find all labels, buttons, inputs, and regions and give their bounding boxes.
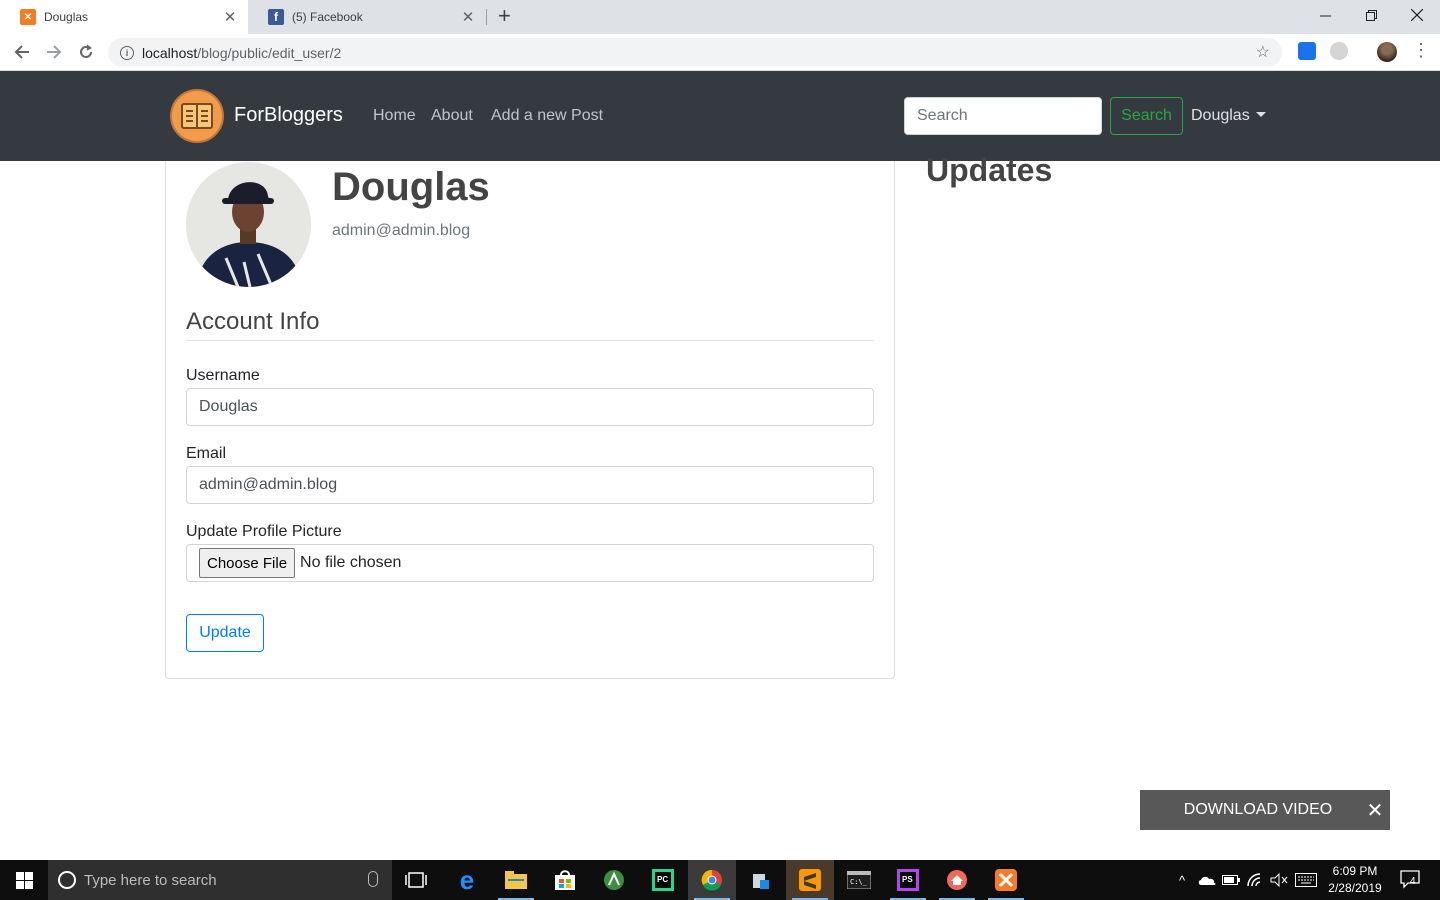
url-path: /blog/public/edit_user/2 xyxy=(197,44,342,61)
browser-tabstrip: ✕ Douglas ✕ f (5) Facebook ✕ + xyxy=(0,0,1440,34)
download-video-label[interactable]: DOWNLOAD VIDEO xyxy=(1140,801,1360,819)
terminal-icon[interactable]: C:\_ xyxy=(835,860,883,900)
site-navbar: ForBloggers Home About Add a new Post Se… xyxy=(0,71,1440,161)
app-installer-icon[interactable] xyxy=(737,860,785,900)
account-info-heading: Account Info xyxy=(186,308,874,341)
xampp-icon[interactable] xyxy=(982,860,1030,900)
back-arrow-icon xyxy=(14,45,29,59)
close-banner-icon[interactable]: ✕ xyxy=(1360,798,1390,823)
download-video-banner[interactable]: DOWNLOAD VIDEO ✕ xyxy=(1140,790,1390,830)
nav-home[interactable]: Home xyxy=(373,107,416,125)
browser-toolbar: i localhost/blog/public/edit_user/2 ☆ xyxy=(0,34,1440,71)
username-field[interactable] xyxy=(186,388,874,426)
pycharm-icon[interactable]: PC xyxy=(639,860,687,900)
onedrive-icon[interactable] xyxy=(1196,860,1218,900)
address-bar[interactable]: i localhost/blog/public/edit_user/2 ☆ xyxy=(108,38,1282,67)
user-dropdown-label: Douglas xyxy=(1191,107,1250,124)
url-host: localhost xyxy=(142,44,198,61)
search-button[interactable]: Search xyxy=(1110,97,1183,135)
brand-name[interactable]: ForBloggers xyxy=(234,104,343,127)
windows-taskbar: Type here to search e PC C:\_ PS ^ 6:09 … xyxy=(0,860,1440,900)
minimize-icon xyxy=(1319,15,1331,16)
sublime-text-icon[interactable] xyxy=(786,860,834,900)
close-tab-icon[interactable]: ✕ xyxy=(460,8,476,26)
start-button[interactable] xyxy=(0,860,48,900)
tab-douglas[interactable]: ✕ Douglas ✕ xyxy=(0,0,248,34)
wifi-icon[interactable] xyxy=(1244,860,1266,900)
tab-facebook[interactable]: f (5) Facebook ✕ xyxy=(248,0,486,34)
home-app-icon[interactable] xyxy=(933,860,981,900)
update-button[interactable]: Update xyxy=(186,614,264,652)
keyboard-icon[interactable] xyxy=(1293,860,1319,900)
xampp-icon: ✕ xyxy=(20,9,36,25)
tab-title: (5) Facebook xyxy=(292,10,363,24)
email-label: Email xyxy=(186,445,227,462)
file-explorer-icon[interactable] xyxy=(492,860,540,900)
svg-text:C:\_: C:\_ xyxy=(850,878,868,886)
username-label: Username xyxy=(186,367,260,384)
edge-icon[interactable]: e xyxy=(443,860,491,900)
microphone-icon[interactable] xyxy=(368,871,378,887)
tab-divider xyxy=(486,9,487,25)
store-icon[interactable] xyxy=(541,860,589,900)
nav-add-post[interactable]: Add a new Post xyxy=(491,107,603,125)
action-center-icon[interactable]: 4 xyxy=(1396,860,1426,900)
chrome-icon[interactable] xyxy=(688,860,736,900)
file-status: No file chosen xyxy=(300,554,402,571)
book-icon xyxy=(181,103,213,129)
caret-down-icon xyxy=(1255,112,1266,117)
nav-about[interactable]: About xyxy=(431,107,473,125)
info-icon[interactable]: i xyxy=(120,45,134,60)
profile-picture xyxy=(186,162,311,287)
close-tab-icon[interactable]: ✕ xyxy=(222,8,238,26)
android-studio-icon[interactable] xyxy=(590,860,638,900)
volume-muted-icon[interactable] xyxy=(1268,860,1290,900)
clock-time: 6:09 PM xyxy=(1332,864,1378,878)
site-search-input[interactable] xyxy=(904,97,1102,135)
phpstorm-icon[interactable]: PS xyxy=(884,860,932,900)
close-window-button[interactable] xyxy=(1394,0,1440,30)
extension-up-icon[interactable] xyxy=(1330,42,1348,60)
profile-name: Douglas xyxy=(332,165,490,209)
windows-logo-icon xyxy=(15,871,33,889)
profile-picture-label: Update Profile Picture xyxy=(186,523,342,540)
profile-card: Douglas admin@admin.blog Account Info Us… xyxy=(165,161,895,679)
restore-icon xyxy=(1365,9,1377,21)
close-icon xyxy=(1411,9,1423,21)
forward-arrow-icon xyxy=(47,45,62,59)
profile-picture-file-input[interactable]: Choose File No file chosen xyxy=(186,544,874,582)
new-tab-button[interactable]: + xyxy=(498,5,511,27)
facebook-icon: f xyxy=(268,9,284,25)
choose-file-button[interactable]: Choose File xyxy=(199,548,296,578)
taskbar-search-box[interactable]: Type here to search xyxy=(48,860,392,900)
email-field[interactable] xyxy=(186,466,874,504)
menu-kebab-icon[interactable]: ⋮ xyxy=(1412,40,1430,60)
user-portrait-icon xyxy=(186,162,311,287)
clock-date: 2/28/2019 xyxy=(1328,881,1382,895)
reload-button[interactable] xyxy=(74,40,98,64)
show-hidden-icons-icon[interactable]: ^ xyxy=(1172,860,1192,900)
reload-icon xyxy=(80,44,92,58)
brand-logo-icon[interactable] xyxy=(170,89,224,143)
profile-avatar-icon[interactable] xyxy=(1377,42,1397,62)
battery-icon[interactable] xyxy=(1220,860,1242,900)
bookmark-star-icon[interactable]: ☆ xyxy=(1256,42,1270,62)
cortana-icon xyxy=(58,871,76,889)
svg-text:PC: PC xyxy=(657,875,668,884)
forward-button[interactable] xyxy=(42,40,66,64)
notification-count: 4 xyxy=(1410,876,1416,887)
minimize-button[interactable] xyxy=(1302,0,1348,30)
updates-heading: Updates xyxy=(926,152,1053,188)
extension-toolbox-icon[interactable] xyxy=(1298,42,1316,60)
clock[interactable]: 6:09 PM 2/28/2019 xyxy=(1320,863,1390,897)
restore-button[interactable] xyxy=(1348,0,1394,30)
profile-email: admin@admin.blog xyxy=(332,222,471,239)
back-button[interactable] xyxy=(10,40,34,64)
tab-title: Douglas xyxy=(44,10,89,24)
taskbar-search-placeholder: Type here to search xyxy=(84,871,217,889)
user-dropdown[interactable]: Douglas xyxy=(1191,107,1266,125)
task-view-icon[interactable] xyxy=(392,860,440,900)
svg-text:PS: PS xyxy=(902,875,913,884)
